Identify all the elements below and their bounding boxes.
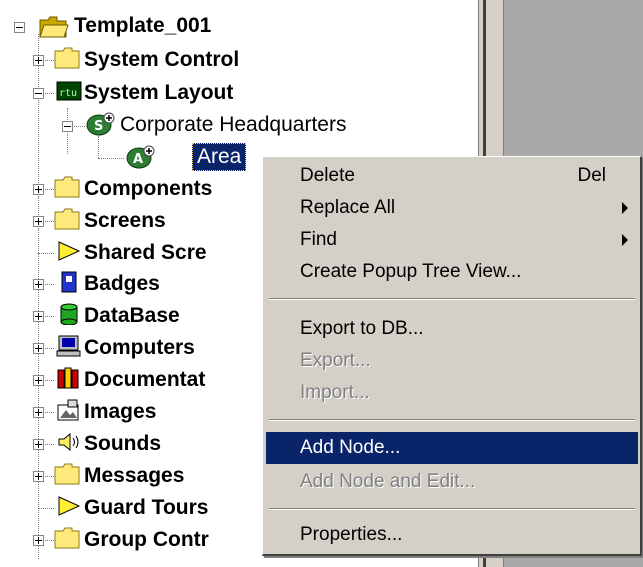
menu-item-create-popup-tree-view[interactable]: Create Popup Tree View... (266, 256, 638, 288)
menu-item-export: Export... (266, 345, 638, 377)
menu-item-properties[interactable]: Properties... (266, 519, 638, 551)
expand-toggle[interactable] (33, 279, 44, 290)
tree-root-label[interactable]: Template_001 (74, 12, 211, 40)
svg-text:A: A (133, 152, 143, 167)
expand-toggle[interactable] (33, 471, 44, 482)
area-icon: A (126, 145, 155, 169)
badge-icon (56, 271, 82, 295)
svg-text:S: S (94, 119, 103, 134)
menu-item-label: Delete (300, 165, 355, 186)
menu-separator (269, 298, 635, 300)
expand-toggle[interactable] (33, 343, 44, 354)
expand-toggle[interactable] (33, 184, 44, 195)
site-icon: S (86, 112, 115, 136)
menu-item-find[interactable]: Find (266, 224, 638, 256)
open-folder-icon (39, 14, 69, 38)
tree-line (98, 136, 99, 158)
menu-item-add-node[interactable]: Add Node... (266, 432, 638, 464)
folder-icon (54, 208, 80, 232)
tree-item-shared-screens[interactable]: Shared Scre (84, 239, 207, 267)
tree-item-sounds[interactable]: Sounds (84, 430, 161, 458)
menu-item-shortcut: Del (577, 165, 606, 186)
menu-item-label: Export to DB... (300, 318, 424, 339)
guard-tours-icon (56, 495, 82, 519)
menu-item-import: Import... (266, 377, 638, 409)
expand-toggle[interactable] (33, 311, 44, 322)
collapse-toggle[interactable] (33, 88, 44, 99)
menu-item-label: Properties... (300, 524, 403, 545)
menu-item-delete[interactable]: Delete Del (266, 160, 638, 192)
menu-item-label: Create Popup Tree View... (300, 261, 522, 282)
collapse-toggle[interactable] (14, 22, 25, 33)
tree-item-corporate-headquarters[interactable]: Corporate Headquarters (120, 111, 346, 139)
menu-item-label: Find (300, 229, 337, 250)
tree-item-group-control[interactable]: Group Contr (84, 526, 209, 554)
tree-item-area[interactable]: Area (192, 143, 247, 171)
collapse-toggle[interactable] (62, 121, 73, 132)
folder-icon (54, 527, 80, 551)
tree-item-system-control[interactable]: System Control (84, 46, 239, 74)
tree-item-database[interactable]: DataBase (84, 302, 180, 330)
images-icon (56, 399, 82, 423)
menu-item-replace-all[interactable]: Replace All (266, 192, 638, 224)
menu-separator (269, 419, 635, 421)
context-menu: Delete Del Replace All Find Create Popup… (262, 156, 642, 556)
expand-toggle[interactable] (33, 439, 44, 450)
menu-item-label: Export... (300, 350, 371, 371)
menu-item-export-to-db[interactable]: Export to DB... (266, 313, 638, 345)
tree-line (98, 158, 124, 159)
folder-icon (54, 47, 80, 71)
tree-item-messages[interactable]: Messages (84, 462, 184, 490)
folder-icon (54, 176, 80, 200)
computer-icon (56, 335, 82, 359)
shared-screens-icon (56, 240, 82, 264)
tree-item-computers[interactable]: Computers (84, 334, 195, 362)
expand-toggle[interactable] (33, 535, 44, 546)
tree-item-screens[interactable]: Screens (84, 207, 166, 235)
submenu-arrow-icon (622, 234, 628, 246)
tree-item-components[interactable]: Components (84, 175, 212, 203)
menu-separator (269, 508, 635, 510)
books-icon (56, 367, 82, 391)
speaker-icon (56, 431, 82, 455)
tree-item-system-layout[interactable]: System Layout (84, 79, 233, 107)
expand-toggle[interactable] (33, 407, 44, 418)
tree-line (38, 253, 54, 254)
tree-item-documentation[interactable]: Documentat (84, 366, 205, 394)
database-icon (56, 303, 82, 327)
submenu-arrow-icon (622, 202, 628, 214)
menu-item-label: Add Node... (300, 437, 401, 458)
expand-toggle[interactable] (33, 216, 44, 227)
expand-toggle[interactable] (33, 375, 44, 386)
tree-item-badges[interactable]: Badges (84, 270, 160, 298)
menu-item-label: Import... (300, 382, 370, 403)
menu-item-label: Add Node and Edit... (300, 471, 476, 492)
tree-item-guard-tours[interactable]: Guard Tours (84, 494, 208, 522)
tree-item-images[interactable]: Images (84, 398, 156, 426)
menu-item-label: Replace All (300, 197, 396, 218)
menu-item-add-node-and-edit: Add Node and Edit... (266, 466, 638, 498)
svg-text:rtu: rtu (59, 88, 77, 99)
expand-toggle[interactable] (33, 55, 44, 66)
folder-icon (54, 463, 80, 487)
rtu-icon: rtu (56, 80, 82, 104)
tree-line (38, 508, 54, 509)
